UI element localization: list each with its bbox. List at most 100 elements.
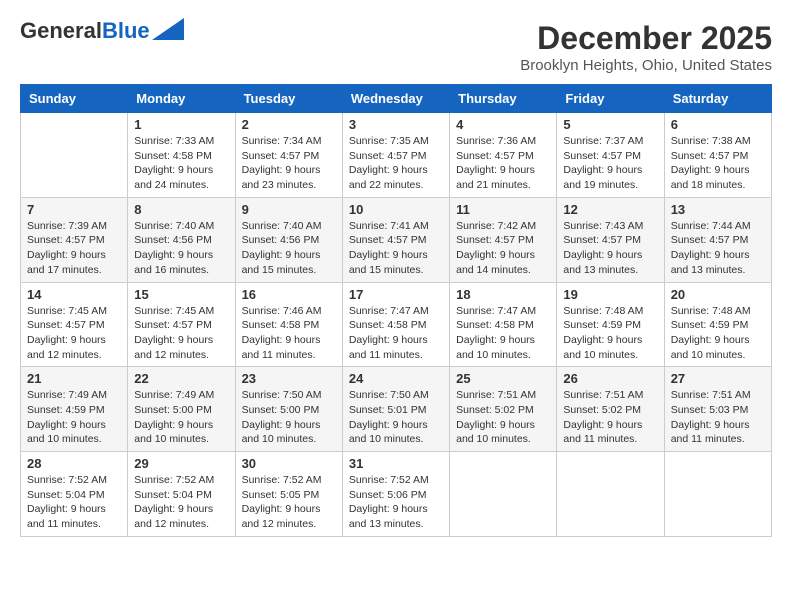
day-info: Sunrise: 7:37 AMSunset: 4:57 PMDaylight:… [563, 134, 657, 193]
day-number: 18 [456, 287, 550, 302]
calendar-cell: 16 Sunrise: 7:46 AMSunset: 4:58 PMDayligh… [235, 282, 342, 367]
day-number: 1 [134, 117, 228, 132]
day-number: 10 [349, 202, 443, 217]
day-number: 29 [134, 456, 228, 471]
day-info: Sunrise: 7:49 AMSunset: 4:59 PMDaylight:… [27, 388, 121, 447]
title-section: December 2025 Brooklyn Heights, Ohio, Un… [520, 20, 772, 74]
day-number: 17 [349, 287, 443, 302]
calendar-cell: 13 Sunrise: 7:44 AMSunset: 4:57 PMDayligh… [664, 197, 771, 282]
day-number: 9 [242, 202, 336, 217]
calendar-cell: 30 Sunrise: 7:52 AMSunset: 5:05 PMDayligh… [235, 452, 342, 537]
day-info: Sunrise: 7:39 AMSunset: 4:57 PMDaylight:… [27, 219, 121, 278]
header-sunday: Sunday [21, 85, 128, 113]
day-number: 16 [242, 287, 336, 302]
calendar-cell: 21Sunrise: 7:49 AMSunset: 4:59 PMDayligh… [21, 367, 128, 452]
calendar-cell: 18Sunrise: 7:47 AMSunset: 4:58 PMDayligh… [450, 282, 557, 367]
calendar-cell: 15Sunrise: 7:45 AMSunset: 4:57 PMDayligh… [128, 282, 235, 367]
day-number: 3 [349, 117, 443, 132]
page-header: GeneralBlue December 2025 Brooklyn Heigh… [20, 20, 772, 74]
calendar-cell [664, 452, 771, 537]
calendar-cell: 10 Sunrise: 7:41 AMSunset: 4:57 PMDayligh… [342, 197, 449, 282]
calendar-cell: 7 Sunrise: 7:39 AMSunset: 4:57 PMDaylight… [21, 197, 128, 282]
day-number: 30 [242, 456, 336, 471]
calendar-cell: 11 Sunrise: 7:42 AMSunset: 4:57 PMDayligh… [450, 197, 557, 282]
header-friday: Friday [557, 85, 664, 113]
day-info: Sunrise: 7:51 AMSunset: 5:02 PMDaylight:… [456, 388, 550, 447]
calendar-week-row: 7 Sunrise: 7:39 AMSunset: 4:57 PMDaylight… [21, 197, 772, 282]
calendar-week-row: 14 Sunrise: 7:45 AMSunset: 4:57 PMDayligh… [21, 282, 772, 367]
day-info: Sunrise: 7:48 AMSunset: 4:59 PMDaylight:… [563, 304, 657, 363]
header-thursday: Thursday [450, 85, 557, 113]
calendar-cell: 4 Sunrise: 7:36 AMSunset: 4:57 PMDaylight… [450, 113, 557, 198]
calendar-cell [21, 113, 128, 198]
day-number: 14 [27, 287, 121, 302]
day-info: Sunrise: 7:42 AMSunset: 4:57 PMDaylight:… [456, 219, 550, 278]
calendar-cell: 2 Sunrise: 7:34 AMSunset: 4:57 PMDaylight… [235, 113, 342, 198]
calendar-cell: 6 Sunrise: 7:38 AMSunset: 4:57 PMDaylight… [664, 113, 771, 198]
calendar-cell: 9Sunrise: 7:40 AMSunset: 4:56 PMDaylight… [235, 197, 342, 282]
day-info: Sunrise: 7:41 AMSunset: 4:57 PMDaylight:… [349, 219, 443, 278]
day-number: 13 [671, 202, 765, 217]
calendar-cell: 29Sunrise: 7:52 AMSunset: 5:04 PMDayligh… [128, 452, 235, 537]
header-saturday: Saturday [664, 85, 771, 113]
day-info: Sunrise: 7:52 AMSunset: 5:05 PMDaylight:… [242, 473, 336, 532]
calendar-cell: 23Sunrise: 7:50 AMSunset: 5:00 PMDayligh… [235, 367, 342, 452]
day-number: 12 [563, 202, 657, 217]
calendar-cell [557, 452, 664, 537]
day-info: Sunrise: 7:45 AMSunset: 4:57 PMDaylight:… [27, 304, 121, 363]
day-number: 20 [671, 287, 765, 302]
calendar-week-row: 1Sunrise: 7:33 AMSunset: 4:58 PMDaylight… [21, 113, 772, 198]
day-info: Sunrise: 7:48 AMSunset: 4:59 PMDaylight:… [671, 304, 765, 363]
calendar-cell: 12 Sunrise: 7:43 AMSunset: 4:57 PMDayligh… [557, 197, 664, 282]
day-info: Sunrise: 7:40 AMSunset: 4:56 PMDaylight:… [134, 219, 228, 278]
day-number: 11 [456, 202, 550, 217]
header-tuesday: Tuesday [235, 85, 342, 113]
day-number: 19 [563, 287, 657, 302]
logo-text: GeneralBlue [20, 20, 150, 42]
calendar-cell: 19 Sunrise: 7:48 AMSunset: 4:59 PMDayligh… [557, 282, 664, 367]
calendar-cell: 14 Sunrise: 7:45 AMSunset: 4:57 PMDayligh… [21, 282, 128, 367]
day-number: 15 [134, 287, 228, 302]
day-info: Sunrise: 7:51 AMSunset: 5:02 PMDaylight:… [563, 388, 657, 447]
header-wednesday: Wednesday [342, 85, 449, 113]
logo-icon [152, 18, 184, 40]
day-info: Sunrise: 7:49 AMSunset: 5:00 PMDaylight:… [134, 388, 228, 447]
day-info: Sunrise: 7:47 AMSunset: 4:58 PMDaylight:… [349, 304, 443, 363]
day-info: Sunrise: 7:35 AMSunset: 4:57 PMDaylight:… [349, 134, 443, 193]
calendar-cell: 3 Sunrise: 7:35 AMSunset: 4:57 PMDaylight… [342, 113, 449, 198]
day-info: Sunrise: 7:52 AMSunset: 5:04 PMDaylight:… [27, 473, 121, 532]
day-number: 5 [563, 117, 657, 132]
day-info: Sunrise: 7:43 AMSunset: 4:57 PMDaylight:… [563, 219, 657, 278]
day-number: 4 [456, 117, 550, 132]
day-info: Sunrise: 7:52 AMSunset: 5:06 PMDaylight:… [349, 473, 443, 532]
location: Brooklyn Heights, Ohio, United States [520, 57, 772, 74]
day-number: 27 [671, 371, 765, 386]
weekday-header-row: Sunday Monday Tuesday Wednesday Thursday… [21, 85, 772, 113]
calendar-cell: 24Sunrise: 7:50 AMSunset: 5:01 PMDayligh… [342, 367, 449, 452]
day-number: 6 [671, 117, 765, 132]
calendar-cell: 20 Sunrise: 7:48 AMSunset: 4:59 PMDayligh… [664, 282, 771, 367]
month-title: December 2025 [520, 20, 772, 57]
day-info: Sunrise: 7:36 AMSunset: 4:57 PMDaylight:… [456, 134, 550, 193]
day-number: 7 [27, 202, 121, 217]
day-info: Sunrise: 7:46 AMSunset: 4:58 PMDaylight:… [242, 304, 336, 363]
day-info: Sunrise: 7:50 AMSunset: 5:00 PMDaylight:… [242, 388, 336, 447]
calendar-cell: 22 Sunrise: 7:49 AMSunset: 5:00 PMDayligh… [128, 367, 235, 452]
calendar-cell: 26 Sunrise: 7:51 AMSunset: 5:02 PMDayligh… [557, 367, 664, 452]
calendar-cell [450, 452, 557, 537]
day-info: Sunrise: 7:38 AMSunset: 4:57 PMDaylight:… [671, 134, 765, 193]
day-number: 2 [242, 117, 336, 132]
day-info: Sunrise: 7:50 AMSunset: 5:01 PMDaylight:… [349, 388, 443, 447]
calendar-cell: 8 Sunrise: 7:40 AMSunset: 4:56 PMDaylight… [128, 197, 235, 282]
logo-blue: Blue [102, 18, 150, 43]
logo: GeneralBlue [20, 20, 184, 42]
day-number: 25 [456, 371, 550, 386]
calendar-cell: 5 Sunrise: 7:37 AMSunset: 4:57 PMDaylight… [557, 113, 664, 198]
day-number: 8 [134, 202, 228, 217]
day-number: 26 [563, 371, 657, 386]
calendar-cell: 17 Sunrise: 7:47 AMSunset: 4:58 PMDayligh… [342, 282, 449, 367]
day-number: 22 [134, 371, 228, 386]
day-info: Sunrise: 7:44 AMSunset: 4:57 PMDaylight:… [671, 219, 765, 278]
calendar-table: Sunday Monday Tuesday Wednesday Thursday… [20, 84, 772, 537]
day-info: Sunrise: 7:34 AMSunset: 4:57 PMDaylight:… [242, 134, 336, 193]
